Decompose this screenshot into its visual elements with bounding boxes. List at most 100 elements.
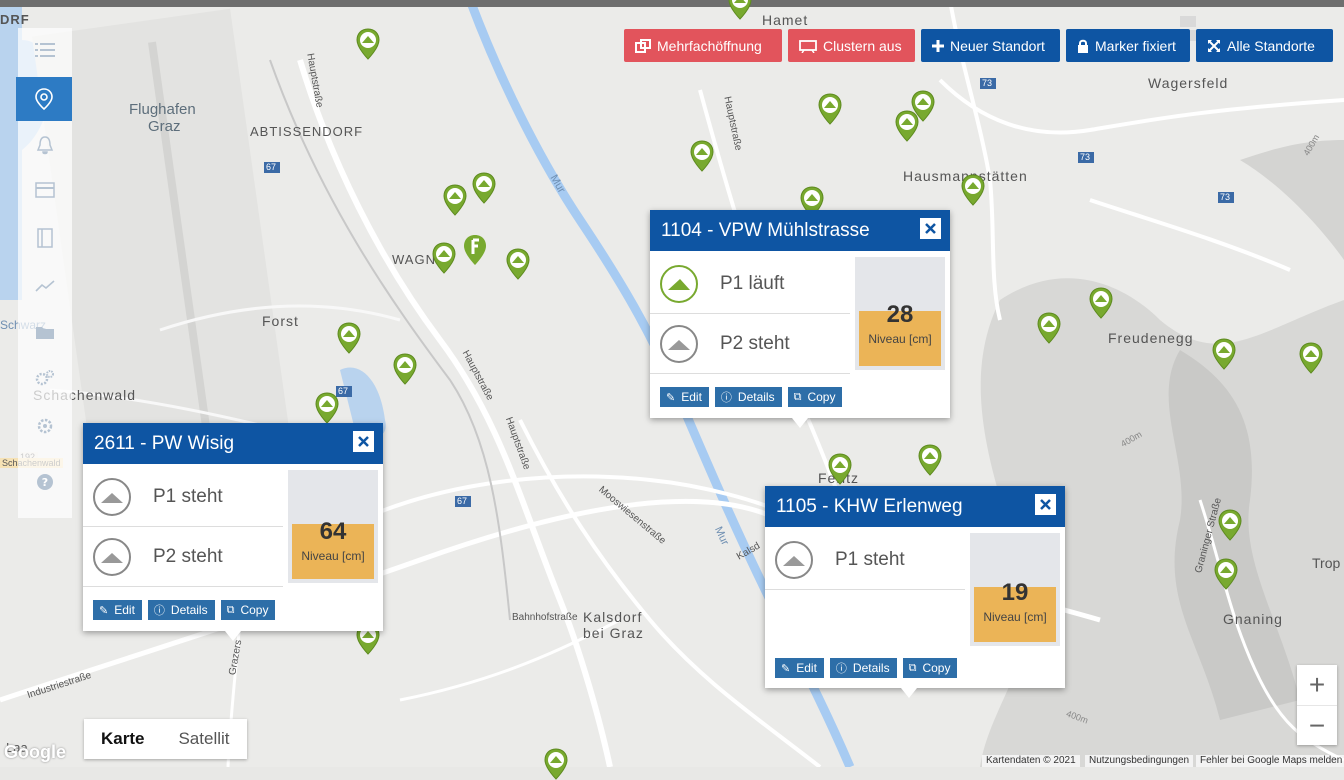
level-value: 28 — [886, 301, 914, 328]
pump-stopped-icon — [660, 324, 698, 363]
station-marker-icon[interactable] — [356, 28, 380, 60]
map-type-satellit[interactable]: Satellit — [161, 719, 246, 759]
copy-button[interactable]: ⧉ Copy — [787, 387, 843, 407]
station-marker-icon[interactable] — [1214, 558, 1238, 590]
details-button[interactable]: ⓘ Details — [714, 387, 782, 407]
plus-icon — [932, 39, 944, 52]
new-location-label: Neuer Standort — [950, 37, 1045, 54]
station-marker-icon[interactable] — [1037, 312, 1061, 344]
close-button[interactable] — [1034, 493, 1057, 516]
details-label: Details — [170, 603, 208, 617]
station-marker-icon[interactable] — [728, 0, 752, 20]
level-unit: Niveau [cm] — [868, 332, 932, 346]
copy-label: Copy — [240, 603, 269, 617]
station-marker-icon[interactable] — [1212, 338, 1236, 370]
report-error-link[interactable]: Fehler bei Google Maps melden — [1196, 755, 1344, 767]
list-icon — [35, 43, 55, 57]
station-marker-icon[interactable] — [393, 353, 417, 385]
sidebar-item-folder[interactable] — [18, 310, 72, 354]
marker-fixed-button[interactable]: Marker fixiert — [1066, 29, 1190, 62]
details-button[interactable]: ⓘ Details — [829, 658, 897, 678]
station-marker-icon[interactable] — [818, 93, 842, 125]
edit-button[interactable]: ✎ Edit — [660, 387, 709, 407]
station-marker-icon[interactable] — [690, 140, 714, 172]
station-marker-icon[interactable] — [1299, 342, 1323, 374]
edit-button[interactable]: ✎ Edit — [775, 658, 824, 678]
copy-label: Copy — [922, 661, 951, 675]
popup-tail — [225, 631, 241, 641]
cluster-off-label: Clustern aus — [823, 37, 902, 54]
zoom-out-button[interactable]: − — [1297, 705, 1337, 746]
zoom-in-button[interactable]: + — [1297, 665, 1337, 705]
card-icon — [35, 182, 55, 198]
station-marker-f-icon[interactable] — [463, 234, 487, 266]
popup-actions: ✎ Edit ⓘ Details ⧉ Copy — [660, 387, 843, 407]
level-unit: Niveau [cm] — [301, 549, 365, 563]
station-marker-icon[interactable] — [918, 444, 942, 476]
close-icon — [925, 223, 936, 234]
edit-button[interactable]: ✎ Edit — [93, 600, 142, 620]
pump-row-p2: P2 steht — [83, 527, 283, 587]
popup-title: 1104 - VPW Mühlstrasse — [661, 219, 870, 241]
station-marker-icon[interactable] — [443, 184, 467, 216]
details-button[interactable]: ⓘ Details — [147, 600, 215, 620]
station-marker-icon[interactable] — [432, 242, 456, 274]
pump-running-icon — [660, 264, 698, 303]
sidebar-item-settings[interactable] — [18, 404, 72, 448]
sidebar-item-map[interactable] — [16, 77, 72, 121]
sidebar-item-book[interactable] — [18, 216, 72, 260]
settings-icon — [37, 418, 53, 434]
pump-stopped-icon — [775, 540, 813, 579]
map-type-karte[interactable]: Karte — [84, 719, 161, 759]
station-marker-icon[interactable] — [544, 748, 568, 780]
info-icon: ⓘ — [720, 392, 732, 404]
zoom-control: + − — [1297, 665, 1337, 745]
place-label: ABTISSENDORF — [250, 124, 364, 139]
cluster-icon — [799, 39, 817, 53]
close-button[interactable] — [352, 430, 375, 453]
sidebar-item-gears[interactable] — [18, 356, 72, 400]
popup-header: 1104 - VPW Mühlstrasse — [650, 210, 950, 251]
pump-label: P1 steht — [835, 548, 905, 570]
station-marker-icon[interactable] — [1089, 287, 1113, 319]
popup-header: 1105 - KHW Erlenweg — [765, 486, 1065, 527]
popup-title: 1105 - KHW Erlenweg — [776, 495, 963, 517]
station-marker-icon[interactable] — [828, 453, 852, 485]
close-button[interactable] — [919, 217, 942, 240]
station-marker-icon[interactable] — [337, 322, 361, 354]
google-logo[interactable]: Google — [4, 742, 66, 763]
pencil-icon: ✎ — [666, 391, 676, 404]
sidebar-item-help[interactable]: ? — [18, 460, 72, 504]
sidebar-item-alarms[interactable] — [18, 123, 72, 167]
copy-button[interactable]: ⧉ Copy — [902, 658, 958, 678]
new-location-button[interactable]: Neuer Standort — [921, 29, 1060, 62]
popup-tail — [792, 418, 808, 428]
sidebar-item-list[interactable] — [18, 28, 72, 72]
copy-button[interactable]: ⧉ Copy — [220, 600, 276, 620]
terms-link[interactable]: Nutzungsbedingungen — [1085, 755, 1194, 767]
copy-icon: ⧉ — [793, 390, 802, 403]
place-label: Kalsdorf — [583, 609, 643, 625]
cluster-off-button[interactable]: Clustern aus — [788, 29, 915, 62]
road-shield-73: 73 — [1220, 192, 1231, 202]
sidebar: ? — [16, 28, 72, 518]
station-marker-icon[interactable] — [961, 174, 985, 206]
chart-icon — [35, 280, 55, 292]
pencil-icon: ✎ — [781, 662, 791, 675]
details-label: Details — [737, 390, 775, 404]
multi-open-button[interactable]: Mehrfachöffnung — [624, 29, 782, 62]
all-locations-button[interactable]: Alle Standorte — [1196, 29, 1333, 62]
sidebar-item-chart[interactable] — [18, 264, 72, 308]
sidebar-item-cards[interactable] — [18, 168, 72, 212]
expand-icon — [1208, 39, 1220, 52]
station-marker-icon[interactable] — [315, 392, 339, 424]
station-marker-icon[interactable] — [895, 110, 919, 142]
details-label: Details — [852, 661, 890, 675]
pump-label: P2 steht — [153, 545, 223, 567]
road-shield-67: 67 — [338, 386, 349, 396]
station-marker-icon[interactable] — [506, 248, 530, 280]
station-marker-icon[interactable] — [472, 172, 496, 204]
edit-label: Edit — [114, 603, 135, 617]
close-icon — [1040, 499, 1051, 510]
station-marker-icon[interactable] — [1218, 509, 1242, 541]
